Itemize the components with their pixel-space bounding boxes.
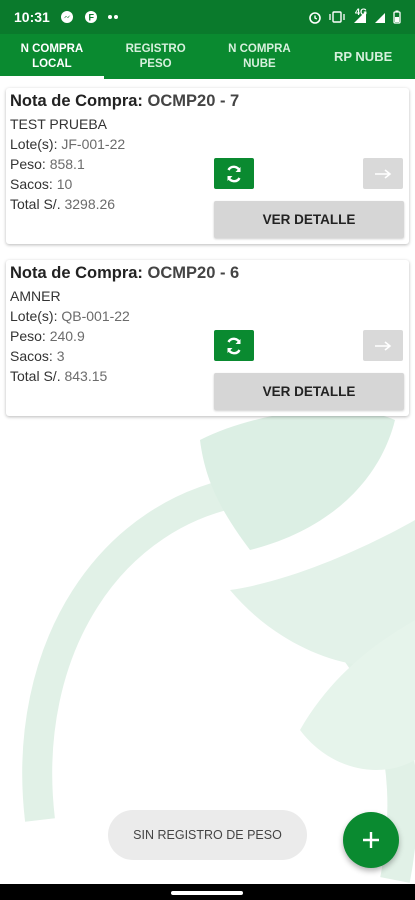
card-sacos-line: Sacos: 3 — [10, 348, 65, 364]
card-title-prefix: Nota de Compra: — [10, 92, 148, 110]
signal-bars-icon — [374, 11, 386, 24]
card-client-name: AMNER — [10, 288, 61, 304]
lote-label: Lote(s): — [10, 308, 62, 324]
sync-icon — [227, 337, 241, 354]
sync-button[interactable] — [214, 158, 254, 189]
total-label: Total S/. — [10, 196, 65, 212]
tab-registro-peso[interactable]: REGISTRO PESO — [104, 34, 208, 79]
lote-label: Lote(s): — [10, 136, 62, 152]
arrow-right-icon — [375, 168, 392, 179]
plus-icon — [363, 832, 379, 848]
total-value: 843.15 — [64, 368, 108, 384]
forward-button[interactable] — [363, 330, 403, 361]
tab-rp-nube[interactable]: RP NUBE — [311, 34, 415, 79]
ver-detalle-button[interactable]: VER DETALLE — [214, 201, 404, 238]
total-value: 3298.26 — [64, 196, 116, 212]
no-weight-record-chip: SIN REGISTRO DE PESO — [108, 810, 307, 860]
network-label: 4G — [354, 7, 367, 17]
total-label: Total S/. — [10, 368, 65, 384]
ver-detalle-button[interactable]: VER DETALLE — [214, 373, 404, 410]
card-lote-line: Lote(s): JF-001-22 — [10, 136, 125, 152]
sacos-label: Sacos: — [10, 176, 57, 192]
sacos-value: 3 — [56, 348, 65, 364]
status-bar: 10:31 F 4G — [0, 0, 415, 34]
add-fab-button[interactable] — [343, 812, 399, 868]
more-dots-icon — [107, 14, 120, 20]
sacos-value: 10 — [56, 176, 73, 192]
card-client-name: TEST PRUEBA — [10, 116, 107, 132]
tab-n-compra-local[interactable]: N COMPRA LOCAL — [0, 34, 104, 79]
vibrate-icon — [329, 11, 345, 23]
card-title-code: OCMP20 - 7 — [147, 92, 240, 110]
card-peso-line: Peso: 858.1 — [10, 156, 85, 172]
app-icon: F — [84, 10, 98, 24]
sync-icon — [227, 165, 241, 182]
forward-button[interactable] — [363, 158, 403, 189]
card-peso-line: Peso: 240.9 — [10, 328, 85, 344]
tab-bar: N COMPRA LOCAL REGISTRO PESO N COMPRA NU… — [0, 34, 415, 79]
sync-button[interactable] — [214, 330, 254, 361]
alarm-icon — [308, 10, 322, 24]
svg-text:F: F — [88, 13, 94, 23]
system-nav-bar — [0, 884, 415, 900]
card-title-prefix: Nota de Compra: — [10, 264, 148, 282]
battery-icon — [393, 10, 401, 24]
tab-n-compra-nube[interactable]: N COMPRA NUBE — [208, 34, 312, 79]
sacos-label: Sacos: — [10, 348, 57, 364]
peso-label: Peso: — [10, 328, 50, 344]
card-total-line: Total S/. 843.15 — [10, 368, 107, 384]
card-total-line: Total S/. 3298.26 — [10, 196, 115, 212]
card-title: Nota de Compra: OCMP20 - 7 — [10, 92, 239, 111]
card-title-code: OCMP20 - 6 — [147, 264, 240, 282]
card-title: Nota de Compra: OCMP20 - 6 — [10, 264, 239, 283]
card-sacos-line: Sacos: 10 — [10, 176, 72, 192]
peso-value: 240.9 — [49, 328, 85, 344]
card-lote-line: Lote(s): QB-001-22 — [10, 308, 130, 324]
peso-value: 858.1 — [49, 156, 85, 172]
lote-value: QB-001-22 — [61, 308, 130, 324]
status-time: 10:31 — [14, 9, 50, 25]
messenger-icon — [60, 10, 74, 24]
home-gesture-handle[interactable] — [171, 891, 243, 895]
arrow-right-icon — [375, 340, 392, 351]
purchase-note-card: Nota de Compra: OCMP20 - 6 AMNER Lote(s)… — [6, 260, 409, 416]
peso-label: Peso: — [10, 156, 50, 172]
lote-value: JF-001-22 — [61, 136, 126, 152]
purchase-note-card: Nota de Compra: OCMP20 - 7 TEST PRUEBA L… — [6, 88, 409, 244]
